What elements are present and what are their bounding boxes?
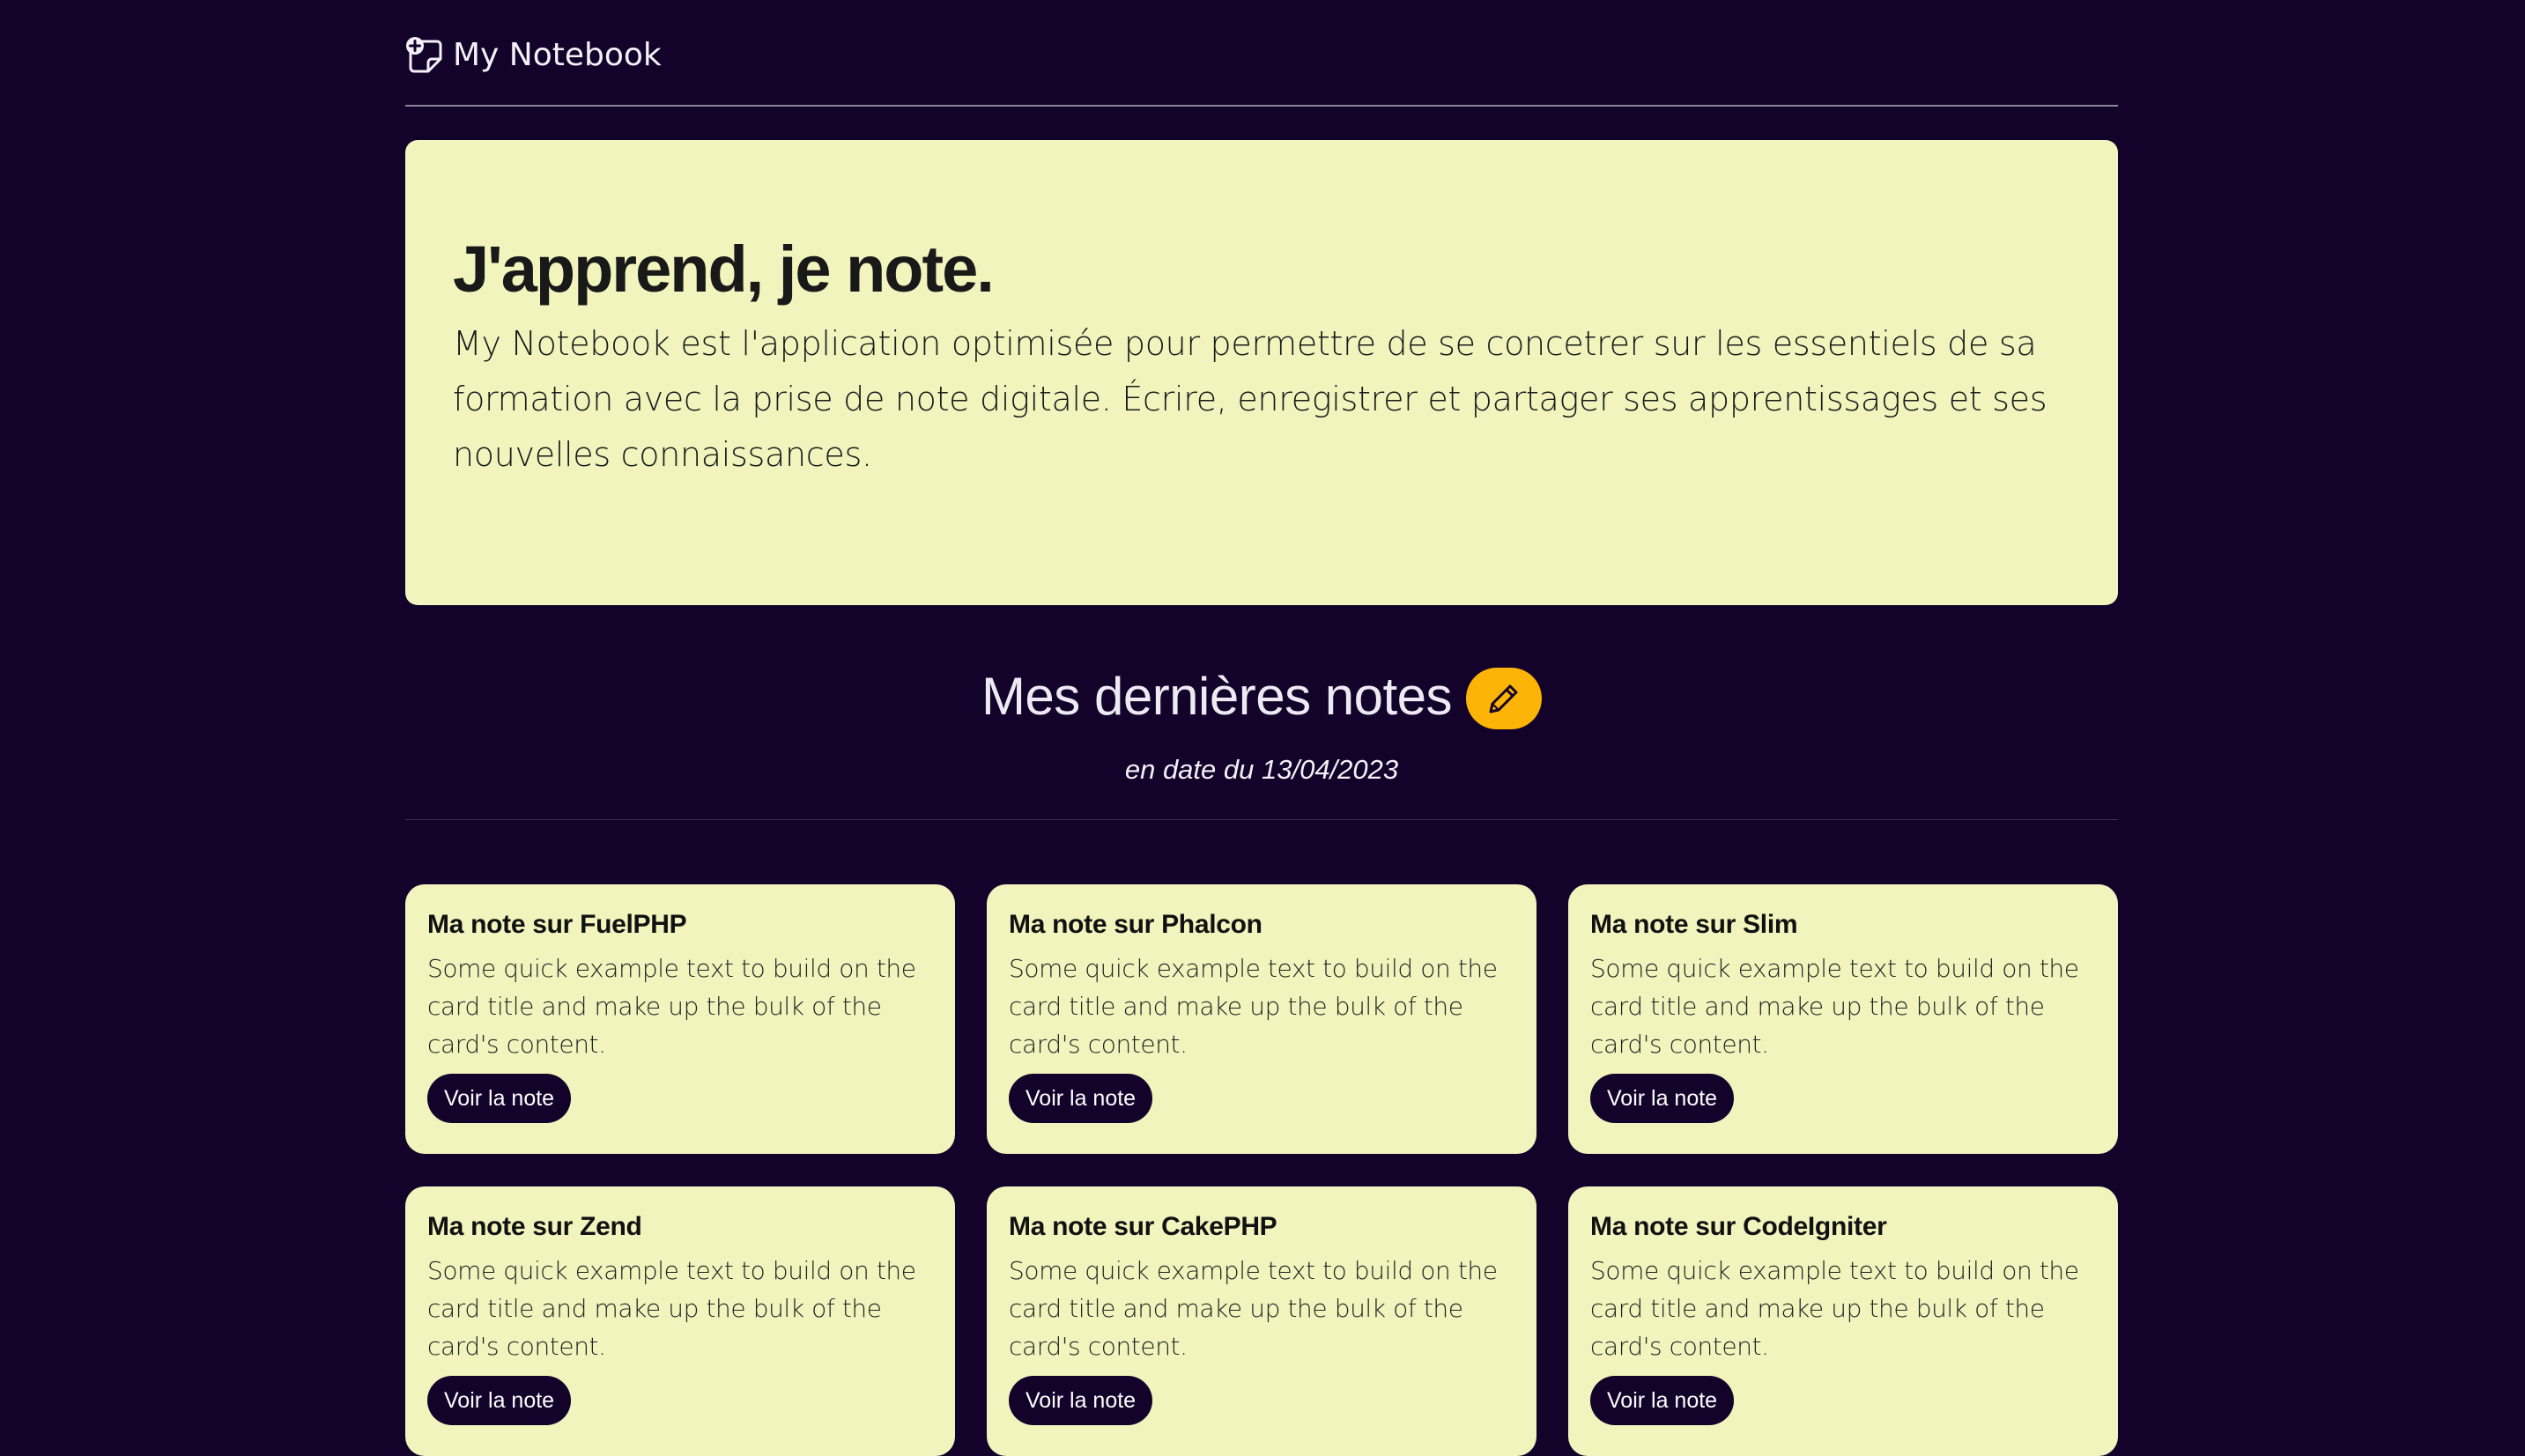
new-note-button[interactable]	[1466, 668, 1543, 729]
note-card-title: Ma note sur Slim	[1590, 910, 1798, 939]
view-note-button[interactable]: Voir la note	[1590, 1074, 1735, 1123]
notes-section-title: Mes dernières notes	[981, 666, 1453, 726]
brand-name: My Notebook	[453, 37, 662, 73]
sticky-note-plus-icon	[405, 36, 444, 75]
note-card-title: Ma note sur CodeIgniter	[1590, 1212, 1887, 1241]
view-note-button[interactable]: Voir la note	[1009, 1074, 1153, 1123]
note-card-title: Ma note sur Phalcon	[1009, 910, 1262, 939]
navbar: My Notebook	[405, 0, 2118, 107]
note-card: Ma note sur Zend Some quick example text…	[405, 1186, 955, 1456]
view-note-button[interactable]: Voir la note	[1590, 1376, 1735, 1425]
note-card-title: Ma note sur CakePHP	[1009, 1212, 1277, 1241]
note-card-text: Some quick example text to build on the …	[427, 954, 916, 1059]
view-note-button[interactable]: Voir la note	[427, 1376, 572, 1425]
note-card: Ma note sur FuelPHP Some quick example t…	[405, 884, 955, 1154]
hero-title: J'apprend, je note.	[453, 233, 995, 306]
note-card-text: Some quick example text to build on the …	[1009, 954, 1498, 1059]
hero-lead: My Notebook est l'application optimisée …	[453, 323, 2047, 474]
pencil-icon	[1486, 681, 1522, 716]
hero-panel: J'apprend, je note. My Notebook est l'ap…	[405, 140, 2118, 605]
note-card: Ma note sur Slim Some quick example text…	[1568, 884, 2118, 1154]
note-card: Ma note sur CodeIgniter Some quick examp…	[1568, 1186, 2118, 1456]
section-divider	[405, 819, 2118, 820]
note-card-text: Some quick example text to build on the …	[1009, 1256, 1498, 1361]
brand-link[interactable]: My Notebook	[405, 36, 662, 75]
note-card-title: Ma note sur FuelPHP	[427, 910, 687, 939]
notes-date: en date du 13/04/2023	[1124, 754, 1399, 785]
note-card-text: Some quick example text to build on the …	[1590, 954, 2079, 1059]
notes-title-row: Mes dernières notes	[981, 662, 1543, 729]
note-card: Ma note sur Phalcon Some quick example t…	[987, 884, 1536, 1154]
notes-section-header: Mes dernières notes en date du 13/04/202…	[405, 662, 2118, 786]
page-container: My Notebook J'apprend, je note. My Noteb…	[405, 0, 2118, 1456]
notes-grid: Ma note sur FuelPHP Some quick example t…	[405, 884, 2118, 1456]
view-note-button[interactable]: Voir la note	[427, 1074, 572, 1123]
note-card-text: Some quick example text to build on the …	[1590, 1256, 2079, 1361]
note-card: Ma note sur CakePHP Some quick example t…	[987, 1186, 1536, 1456]
view-note-button[interactable]: Voir la note	[1009, 1376, 1153, 1425]
note-card-text: Some quick example text to build on the …	[427, 1256, 916, 1361]
note-card-title: Ma note sur Zend	[427, 1212, 642, 1241]
